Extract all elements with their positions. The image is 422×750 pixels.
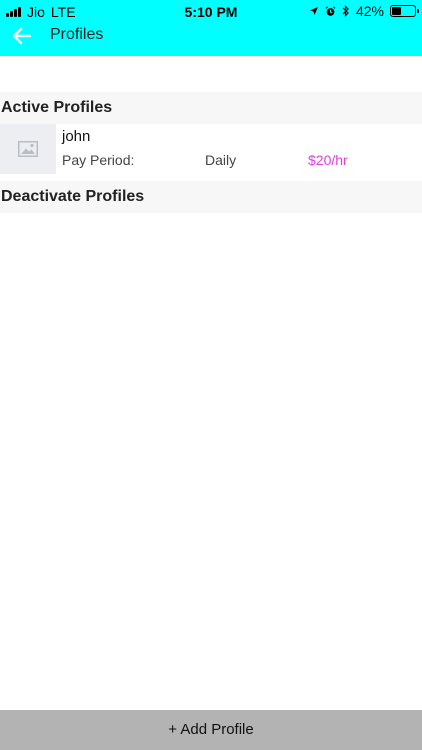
active-profiles-header: Active Profiles: [0, 92, 422, 124]
profile-name: john: [62, 128, 91, 145]
profile-avatar: [0, 124, 56, 174]
pay-rate: $20/hr: [308, 152, 348, 168]
back-button[interactable]: [10, 24, 38, 48]
arrow-left-icon: [12, 27, 32, 45]
bluetooth-icon: [342, 5, 349, 17]
app-bar: Profiles: [0, 22, 422, 56]
location-icon: [309, 7, 318, 15]
top-bar: Jio LTE 5:10 PM 42% Profiles: [0, 0, 422, 56]
deactivated-profiles-header: Deactivate Profiles: [0, 181, 422, 213]
status-bar: Jio LTE 5:10 PM 42%: [0, 0, 422, 22]
page-title: Profiles: [50, 26, 104, 43]
pay-period-label: Pay Period:: [62, 152, 135, 168]
battery-icon: [390, 5, 419, 17]
alarm-icon: [325, 5, 336, 16]
profile-row-john[interactable]: john Pay Period: Daily $20/hr: [0, 124, 422, 180]
battery-percent: 42%: [355, 3, 384, 19]
profiles-screen: Jio LTE 5:10 PM 42% Profiles Active Prof…: [0, 0, 422, 750]
add-profile-button[interactable]: + Add Profile: [0, 710, 422, 750]
pay-period-value: Daily: [205, 152, 237, 168]
status-right: 42%: [309, 3, 419, 19]
image-placeholder-icon: [18, 141, 38, 157]
